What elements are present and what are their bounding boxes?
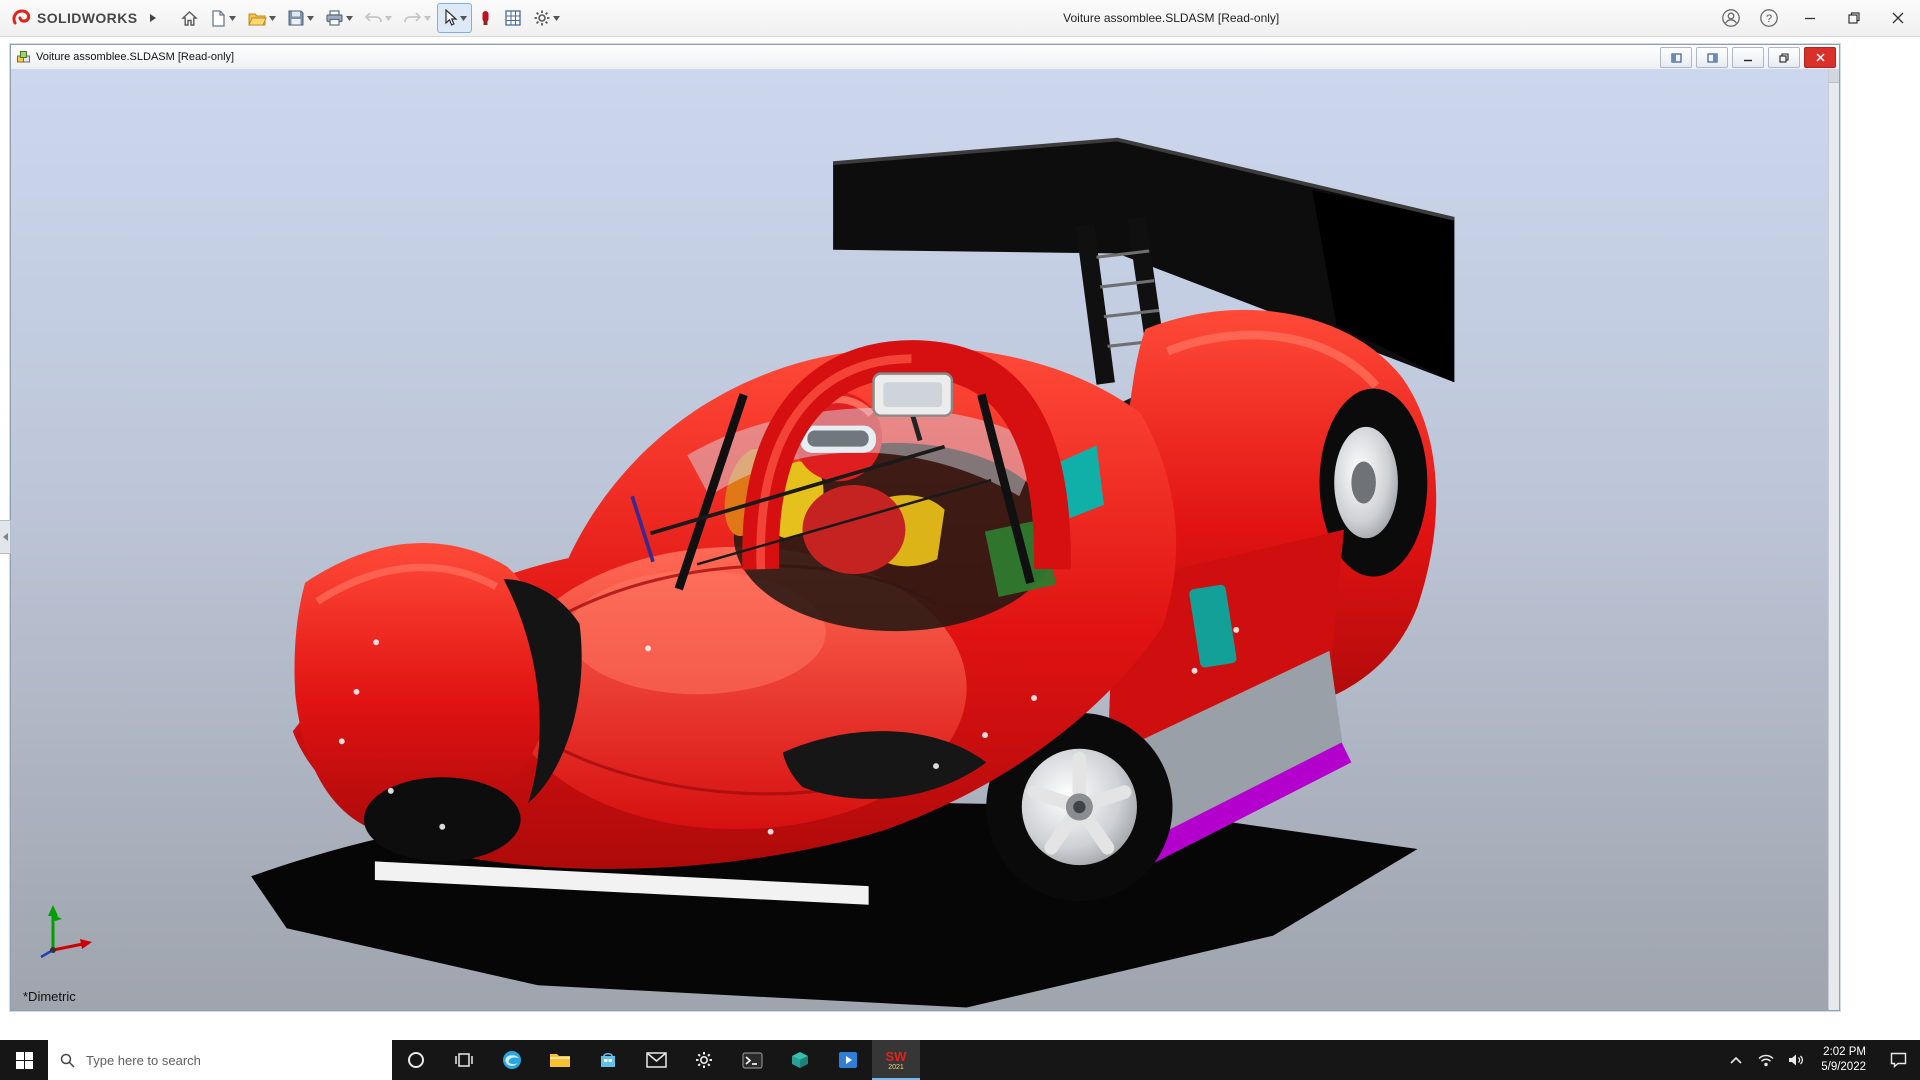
windows-taskbar: SW 2021 2:02 PM 5/9/2022: [0, 1040, 1920, 1080]
redo-button[interactable]: [398, 3, 436, 33]
document-titlebar[interactable]: Voiture assomblee.SLDASM [Read-only]: [11, 45, 1839, 70]
open-button[interactable]: [242, 3, 281, 33]
hidden-icons-chevron[interactable]: [1721, 1040, 1751, 1080]
network-icon[interactable]: [1751, 1040, 1781, 1080]
dropdown-caret-icon[interactable]: [229, 15, 237, 21]
car-3d-model[interactable]: [11, 69, 1839, 1010]
edge-icon[interactable]: [488, 1040, 536, 1080]
dassault-systemes-logo-icon: [12, 9, 31, 25]
volume-icon[interactable]: [1781, 1040, 1811, 1080]
dropdown-caret-icon[interactable]: [385, 15, 393, 21]
solidworks-logo: SOLIDWORKS: [0, 7, 145, 29]
dropdown-caret-icon[interactable]: [269, 15, 277, 21]
solidworks-app-window: SOLIDWORKS Voiture assomblee.SLDASM [Rea…: [0, 0, 1920, 1080]
start-button[interactable]: [0, 1040, 48, 1080]
dropdown-caret-icon[interactable]: [307, 15, 315, 21]
doc-minimize-button[interactable]: [1732, 47, 1764, 68]
toolbar-expand-arrow[interactable]: [145, 6, 161, 30]
close-button[interactable]: [1876, 0, 1920, 36]
assembly-document-icon: [17, 50, 30, 62]
evaluate-table-button[interactable]: [499, 3, 527, 33]
document-window-controls: [1660, 47, 1836, 68]
brand-name: SOLIDWORKS: [37, 10, 138, 26]
home-button[interactable]: [175, 3, 204, 33]
dropdown-caret-icon[interactable]: [553, 15, 561, 21]
system-tray: 2:02 PM 5/9/2022: [1721, 1040, 1920, 1080]
cortana-button[interactable]: [392, 1040, 440, 1080]
app-titlebar: SOLIDWORKS Voiture assomblee.SLDASM [Rea…: [0, 0, 1920, 37]
viewport-scrollbar[interactable]: [1828, 69, 1839, 1010]
doc-restore-button[interactable]: [1768, 47, 1800, 68]
dropdown-caret-icon[interactable]: [346, 15, 354, 21]
dropdown-caret-icon[interactable]: [424, 15, 432, 21]
store-icon[interactable]: [584, 1040, 632, 1080]
terminal-icon[interactable]: [728, 1040, 776, 1080]
app-title: Voiture assomblee.SLDASM [Read-only]: [1063, 11, 1280, 25]
undo-button[interactable]: [359, 3, 397, 33]
3d-viewport[interactable]: *Dimetric: [11, 69, 1839, 1010]
3d-viewer-icon[interactable]: [776, 1040, 824, 1080]
settings-icon[interactable]: [680, 1040, 728, 1080]
restore-button[interactable]: [1832, 0, 1876, 36]
account-button[interactable]: [1712, 0, 1750, 36]
save-button[interactable]: [282, 3, 319, 33]
select-tool-button[interactable]: [437, 3, 473, 33]
task-view-button[interactable]: [440, 1040, 488, 1080]
pane-left-button[interactable]: [1660, 47, 1692, 68]
search-input[interactable]: [84, 1051, 380, 1069]
minimize-button[interactable]: [1788, 0, 1832, 36]
orientation-triad-icon[interactable]: [31, 902, 103, 960]
new-document-button[interactable]: [205, 3, 241, 33]
pane-right-button[interactable]: [1696, 47, 1728, 68]
help-glyph: ?: [1766, 13, 1772, 25]
doc-close-button[interactable]: [1804, 47, 1836, 68]
document-title: Voiture assomblee.SLDASM [Read-only]: [36, 51, 235, 63]
clock-date: 5/9/2022: [1821, 1061, 1866, 1073]
taskbar-clock[interactable]: 2:02 PM 5/9/2022: [1811, 1040, 1876, 1080]
app-window-controls: ?: [1712, 0, 1920, 36]
solidworks-taskbar-icon[interactable]: SW 2021: [872, 1040, 920, 1080]
appearance-button[interactable]: [473, 3, 498, 33]
solidworks-icon-label: SW: [885, 1048, 907, 1064]
search-icon: [60, 1053, 75, 1068]
action-center-button[interactable]: [1876, 1040, 1920, 1080]
file-explorer-icon[interactable]: [536, 1040, 584, 1080]
taskbar-search[interactable]: [48, 1040, 392, 1080]
document-window: Voiture assomblee.SLDASM [Read-only] *Di…: [10, 44, 1840, 1011]
scrollbar-button[interactable]: [1829, 69, 1839, 83]
help-button[interactable]: ?: [1750, 0, 1788, 36]
panel-collapse-tab[interactable]: [0, 520, 11, 554]
solidworks-icon-year: 2021: [888, 1063, 904, 1071]
options-button[interactable]: [528, 3, 565, 33]
clock-time: 2:02 PM: [1823, 1046, 1866, 1059]
print-button[interactable]: [320, 3, 358, 33]
view-orientation-label: *Dimetric: [23, 989, 76, 1004]
mail-icon[interactable]: [632, 1040, 680, 1080]
quick-access-toolbar: [175, 3, 565, 33]
dropdown-caret-icon[interactable]: [460, 15, 468, 21]
media-app-icon[interactable]: [824, 1040, 872, 1080]
